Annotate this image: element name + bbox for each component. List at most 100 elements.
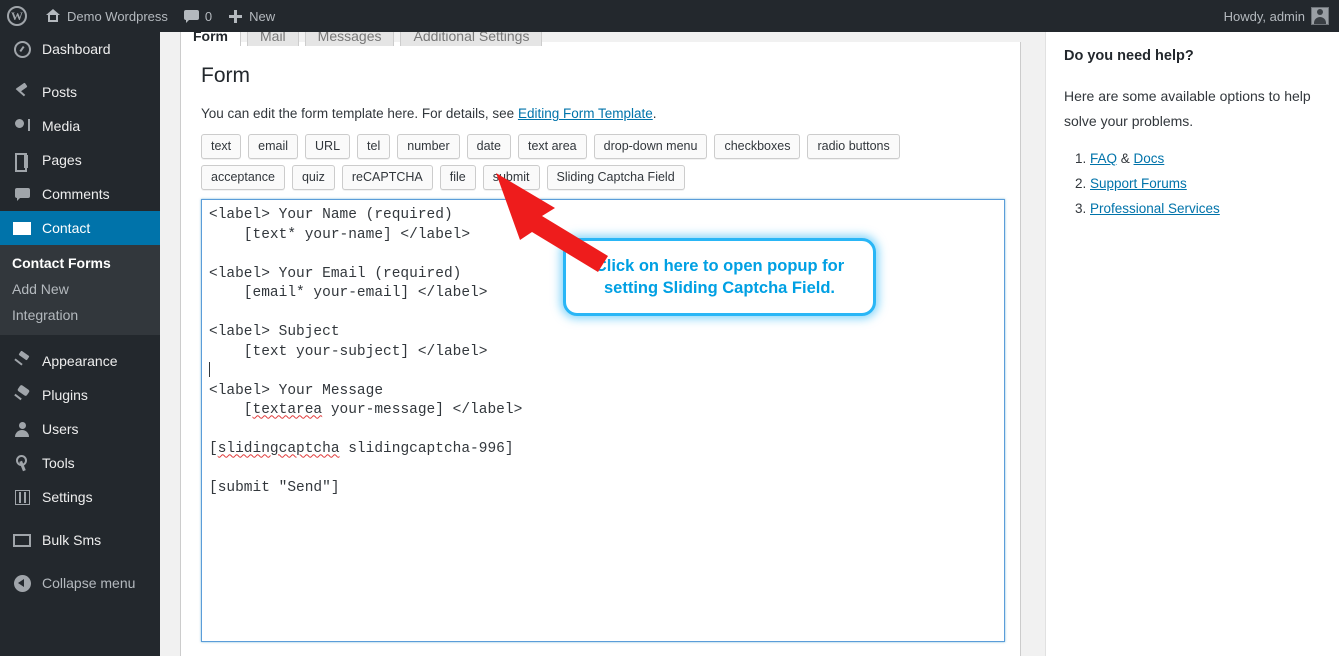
tag-button-text[interactable]: text bbox=[201, 134, 242, 160]
tag-button-radio-buttons[interactable]: radio buttons bbox=[807, 134, 900, 160]
tag-button-file[interactable]: file bbox=[439, 165, 476, 191]
sidebar-item-tools[interactable]: Tools bbox=[0, 446, 160, 480]
wrench-icon bbox=[12, 453, 32, 473]
wordpress-logo-button[interactable]: W bbox=[0, 0, 37, 32]
code-line: <label> Your Message bbox=[209, 382, 384, 399]
help-panel-title: Do you need help? bbox=[1064, 48, 1194, 64]
sidebar-item-plugins[interactable]: Plugins bbox=[0, 378, 160, 412]
callout-line-2: setting Sliding Captcha Field. bbox=[603, 279, 836, 297]
form-description-period: . bbox=[652, 106, 657, 122]
new-content-link[interactable]: New bbox=[220, 0, 283, 32]
tag-button-acceptance[interactable]: acceptance bbox=[201, 165, 285, 191]
tag-button-tel[interactable]: tel bbox=[357, 134, 391, 160]
instruction-callout: Click on here to open popup for setting … bbox=[563, 238, 876, 316]
sidebar-item-bulk-sms[interactable]: Bulk Sms bbox=[0, 523, 160, 557]
help-panel-body: Here are some available options to help … bbox=[1064, 88, 1311, 129]
menu-separator bbox=[0, 335, 160, 344]
professional-services-link[interactable]: Professional Services bbox=[1090, 201, 1220, 216]
sidebar-item-label: Bulk Sms bbox=[42, 532, 102, 548]
envelope-icon bbox=[12, 530, 32, 550]
code-line: [text* your-name] </label> bbox=[209, 226, 471, 243]
page-title: Form bbox=[201, 64, 250, 87]
tag-button-sliding-captcha-field[interactable]: Sliding Captcha Field bbox=[546, 165, 685, 191]
form-description-text: You can edit the form template here. For… bbox=[201, 106, 518, 122]
wordpress-logo-icon: W bbox=[7, 6, 27, 26]
brush-icon bbox=[12, 351, 32, 371]
text-caret bbox=[209, 362, 210, 378]
site-name-link[interactable]: Demo Wordpress bbox=[37, 0, 176, 32]
pages-icon bbox=[12, 150, 32, 172]
form-description: You can edit the form template here. For… bbox=[201, 106, 1000, 121]
tag-button-email[interactable]: email bbox=[248, 134, 299, 160]
sidebar-item-label: Tools bbox=[42, 455, 75, 471]
form-editor-panel: Form You can edit the form template here… bbox=[180, 42, 1021, 656]
comments-link[interactable]: 0 bbox=[176, 0, 220, 32]
mail-icon bbox=[12, 218, 32, 238]
tag-button-url[interactable]: URL bbox=[305, 134, 351, 160]
sidebar-item-pages[interactable]: Pages bbox=[0, 143, 160, 177]
tag-button-checkboxes[interactable]: checkboxes bbox=[714, 134, 801, 160]
form-tag-buttons: text email URL tel number date text area… bbox=[201, 134, 981, 191]
sidebar-item-label: Comments bbox=[42, 186, 110, 202]
tag-button-number[interactable]: number bbox=[397, 134, 460, 160]
faq-link[interactable]: FAQ bbox=[1090, 151, 1117, 166]
sidebar-item-dashboard[interactable]: Dashboard bbox=[0, 32, 160, 66]
menu-separator bbox=[0, 66, 160, 75]
code-line-textarea: [textarea your-message] </label> bbox=[209, 402, 523, 419]
sidebar-item-appearance[interactable]: Appearance bbox=[0, 344, 160, 378]
sidebar-item-comments[interactable]: Comments bbox=[0, 177, 160, 211]
menu-separator bbox=[0, 557, 160, 566]
avatar[interactable] bbox=[1311, 7, 1329, 25]
home-icon bbox=[45, 9, 61, 23]
admin-bar: W Demo Wordpress 0 New Howdy, admin bbox=[0, 0, 1339, 32]
tag-button-text-area[interactable]: text area bbox=[517, 134, 587, 160]
plug-icon bbox=[12, 385, 32, 405]
editing-form-template-link[interactable]: Editing Form Template bbox=[518, 106, 653, 121]
code-line: [submit "Send"] bbox=[209, 480, 340, 497]
sidebar-item-contact[interactable]: Contact bbox=[0, 211, 168, 245]
new-label: New bbox=[249, 8, 276, 24]
sidebar-item-label: Users bbox=[42, 421, 79, 437]
tag-button-submit[interactable]: submit bbox=[482, 165, 540, 191]
sidebar-item-label: Collapse menu bbox=[42, 575, 136, 591]
comments-count: 0 bbox=[204, 8, 213, 24]
admin-sidebar-menu: Dashboard Posts Media Pages Comments Con… bbox=[0, 32, 168, 656]
tag-button-recaptcha[interactable]: reCAPTCHA bbox=[341, 165, 433, 191]
docs-link[interactable]: Docs bbox=[1134, 151, 1165, 166]
callout-line-1: Click on here to open popup for bbox=[594, 257, 845, 275]
sidebar-item-label: Media bbox=[42, 118, 81, 134]
misspelled-word: slidingcaptcha bbox=[217, 441, 340, 458]
support-forums-link[interactable]: Support Forums bbox=[1090, 176, 1187, 191]
code-line: <label> Your Name (required) bbox=[209, 207, 453, 224]
tag-button-drop-down-menu[interactable]: drop-down menu bbox=[593, 134, 708, 160]
tag-button-date[interactable]: date bbox=[466, 134, 511, 160]
settings-sliders-icon bbox=[12, 487, 32, 507]
sidebar-item-integration[interactable]: Integration bbox=[0, 302, 160, 328]
comment-bubble-icon bbox=[183, 9, 199, 23]
help-panel: Do you need help? Here are some availabl… bbox=[1045, 32, 1339, 656]
sidebar-item-label: Plugins bbox=[42, 387, 88, 403]
faq-docs-separator: & bbox=[1117, 151, 1134, 166]
site-name-label: Demo Wordpress bbox=[67, 8, 168, 24]
sidebar-item-posts[interactable]: Posts bbox=[0, 75, 160, 109]
sidebar-item-settings[interactable]: Settings bbox=[0, 480, 160, 514]
misspelled-word: textarea bbox=[252, 402, 323, 419]
sidebar-item-media[interactable]: Media bbox=[0, 109, 160, 143]
sidebar-item-add-new[interactable]: Add New bbox=[0, 276, 160, 302]
code-line: [email* your-email] </label> bbox=[209, 285, 488, 302]
code-line: <label> Your Email (required) bbox=[209, 265, 462, 282]
user-icon bbox=[12, 419, 32, 439]
sidebar-item-users[interactable]: Users bbox=[0, 412, 160, 446]
media-icon bbox=[12, 116, 32, 136]
sidebar-item-contact-forms[interactable]: Contact Forms bbox=[0, 250, 160, 276]
tag-button-quiz[interactable]: quiz bbox=[291, 165, 335, 191]
dashboard-icon bbox=[12, 39, 32, 59]
howdy-label: Howdy, admin bbox=[1223, 8, 1305, 24]
sidebar-item-label: Settings bbox=[42, 489, 93, 505]
comment-icon bbox=[12, 184, 32, 204]
plus-icon bbox=[228, 9, 243, 24]
collapse-menu-button[interactable]: Collapse menu bbox=[0, 566, 160, 600]
howdy-account-link[interactable]: Howdy, admin bbox=[1216, 0, 1311, 32]
code-line: [text your-subject] </label> bbox=[209, 343, 488, 360]
menu-separator bbox=[0, 514, 160, 523]
